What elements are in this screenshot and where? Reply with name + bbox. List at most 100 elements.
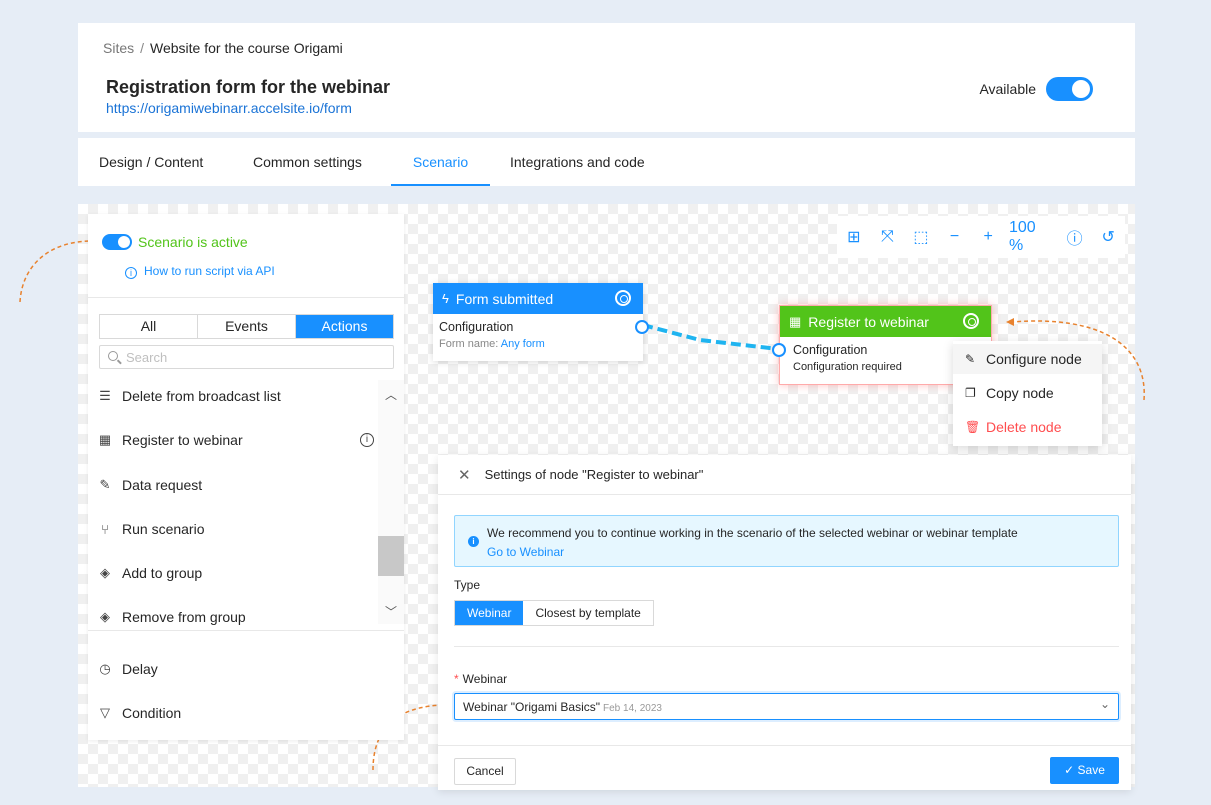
type-option-webinar[interactable]: Webinar (455, 601, 524, 625)
go-to-webinar-link[interactable]: Go to Webinar (487, 545, 564, 559)
node-input-port[interactable] (772, 343, 786, 357)
scenario-active-toggle[interactable] (102, 234, 132, 250)
gear-icon[interactable] (963, 313, 979, 329)
history-icon[interactable]: ↺ (1091, 216, 1125, 258)
cancel-button[interactable]: Cancel (454, 758, 516, 785)
copy-icon: ❐ (965, 386, 976, 400)
canvas-toolbar: ⊞ ⤧ ⬚ − + 100 % ⓘ ↺ (837, 216, 1125, 258)
tab-scenario[interactable]: Scenario (391, 138, 490, 186)
filter-actions[interactable]: Actions (296, 315, 393, 338)
type-option-closest-template[interactable]: Closest by template (523, 601, 652, 625)
node-context-menu: ✎ Configure node ❐ Copy node 🗑 Delete node (953, 341, 1102, 446)
chevron-down-icon[interactable]: ﹀ (385, 603, 397, 620)
node-output-port[interactable] (635, 320, 649, 334)
form-name-label: Form name: (439, 338, 499, 350)
filter-icon: ▽ (100, 705, 110, 720)
list-item-label: Delete from broadcast list (122, 388, 281, 404)
fit-screen-icon[interactable]: ⤧ (871, 216, 905, 258)
zoom-in-icon[interactable]: + (971, 216, 1005, 258)
list-item-condition[interactable]: ▽ Condition (98, 701, 378, 725)
scrollbar-thumb[interactable] (378, 536, 404, 576)
toggle-knob (118, 236, 130, 248)
search-icon (108, 351, 118, 361)
menu-configure-node[interactable]: ✎ Configure node (953, 344, 1102, 374)
webinar-field-label: * Webinar (454, 672, 507, 686)
chevron-up-icon[interactable]: ︿ (385, 386, 397, 403)
node-title: Register to webinar (808, 313, 929, 330)
filter-events[interactable]: Events (198, 315, 296, 338)
api-help-link[interactable]: i How to run script via API (125, 264, 275, 279)
menu-item-label: Copy node (986, 385, 1054, 401)
webinar-label-text: Webinar (462, 672, 508, 686)
breadcrumb-sites-link[interactable]: Sites (103, 40, 134, 56)
form-name-value[interactable]: Any form (501, 338, 545, 350)
info-alert: i We recommend you to continue working i… (454, 515, 1119, 567)
available-label: Available (979, 81, 1036, 97)
api-help-link-text: How to run script via API (144, 264, 275, 278)
select-area-icon[interactable]: ⬚ (904, 216, 938, 258)
header-card: Sites / Website for the course Origami Reg… (78, 23, 1135, 132)
type-segmented: Webinar Closest by template (454, 600, 654, 626)
node-body: Configuration Form name: Any form (433, 314, 643, 356)
list-item-data-request[interactable]: ✎ Data request (98, 473, 378, 497)
calendar-icon: ▦ (789, 313, 802, 329)
list-item-label: Condition (122, 705, 182, 721)
action-filter-segmented: All Events Actions (99, 314, 394, 339)
list-item-run-scenario[interactable]: ⑂ Run scenario (98, 517, 378, 541)
zoom-out-icon[interactable]: − (938, 216, 972, 258)
list-item-delay[interactable]: ◷ Delay (98, 657, 378, 681)
info-icon: i (125, 267, 137, 279)
edit-icon: ✎ (99, 477, 111, 492)
calendar-icon: ▦ (98, 432, 112, 447)
settings-header: ✕ Settings of node "Register to webinar" (438, 455, 1131, 495)
lightning-icon: ϟ (442, 291, 449, 306)
grid-icon[interactable]: ⊞ (837, 216, 871, 258)
node-header: ϟ Form submitted (433, 283, 643, 314)
menu-item-label: Configure node (986, 351, 1082, 367)
trash-icon: 🗑 (965, 420, 981, 434)
list-item-delete-from-broadcast[interactable]: ☰ Delete from broadcast list (98, 384, 378, 408)
search-placeholder: Search (126, 350, 168, 365)
tab-integrations-code[interactable]: Integrations and code (510, 138, 645, 186)
actions-scrollbar[interactable]: ︿ ﹀ (378, 380, 404, 624)
save-button[interactable]: ✓ Save (1050, 757, 1119, 784)
list-item-remove-from-group[interactable]: ◈ Remove from group (98, 605, 378, 629)
settings-title: Settings of node "Register to webinar" (484, 467, 704, 482)
tag-icon: ◈ (100, 609, 110, 624)
filter-all[interactable]: All (100, 315, 198, 338)
breadcrumb: Sites / Website for the course Origami (103, 40, 343, 56)
save-label: Save (1077, 763, 1105, 777)
list-item-label: Remove from group (122, 609, 246, 625)
gear-icon[interactable] (615, 290, 631, 306)
list-item-label: Run scenario (122, 521, 205, 537)
tab-common-settings[interactable]: Common settings (253, 138, 362, 186)
info-icon[interactable]: i (360, 433, 374, 447)
available-toggle[interactable] (1046, 77, 1093, 101)
help-icon[interactable]: ⓘ (1058, 216, 1092, 258)
node-config-label: Configuration (439, 320, 514, 334)
tab-design-content[interactable]: Design / Content (99, 138, 203, 186)
webinar-name: Webinar "Origami Basics" (463, 700, 601, 714)
list-item-label: Delay (122, 661, 158, 677)
type-label: Type (454, 578, 481, 592)
tab-bar: Design / Content Common settings Scenari… (78, 138, 1135, 186)
node-settings-panel: ✕ Settings of node "Register to webinar"… (438, 455, 1131, 790)
required-marker: * (454, 672, 459, 686)
branch-icon: ⑂ (101, 521, 109, 537)
close-icon[interactable]: ✕ (458, 466, 471, 484)
list-item-label: Register to webinar (122, 432, 243, 448)
list-item-add-to-group[interactable]: ◈ Add to group (98, 561, 378, 585)
scenario-status-label: Scenario is active (138, 234, 248, 250)
node-form-name: Form name: Any form (439, 338, 637, 350)
list-item-register-to-webinar[interactable]: ▦ Register to webinar i (98, 428, 378, 452)
webinar-select[interactable]: Webinar "Origami Basics" Feb 14, 2023 ⌄ (454, 693, 1119, 720)
form-url-link[interactable]: https://origamiwebinarr.accelsite.io/for… (106, 100, 352, 116)
search-input[interactable]: Search (99, 345, 394, 369)
menu-copy-node[interactable]: ❐ Copy node (953, 378, 1102, 408)
actions-panel: Scenario is active i How to run script vi… (88, 214, 404, 740)
pencil-icon: ✎ (965, 352, 976, 366)
node-form-submitted[interactable]: ϟ Form submitted Configuration Form name… (433, 283, 649, 361)
clock-icon: ◷ (99, 661, 111, 676)
menu-delete-node[interactable]: 🗑 Delete node (953, 412, 1102, 442)
info-icon: i (468, 536, 479, 547)
